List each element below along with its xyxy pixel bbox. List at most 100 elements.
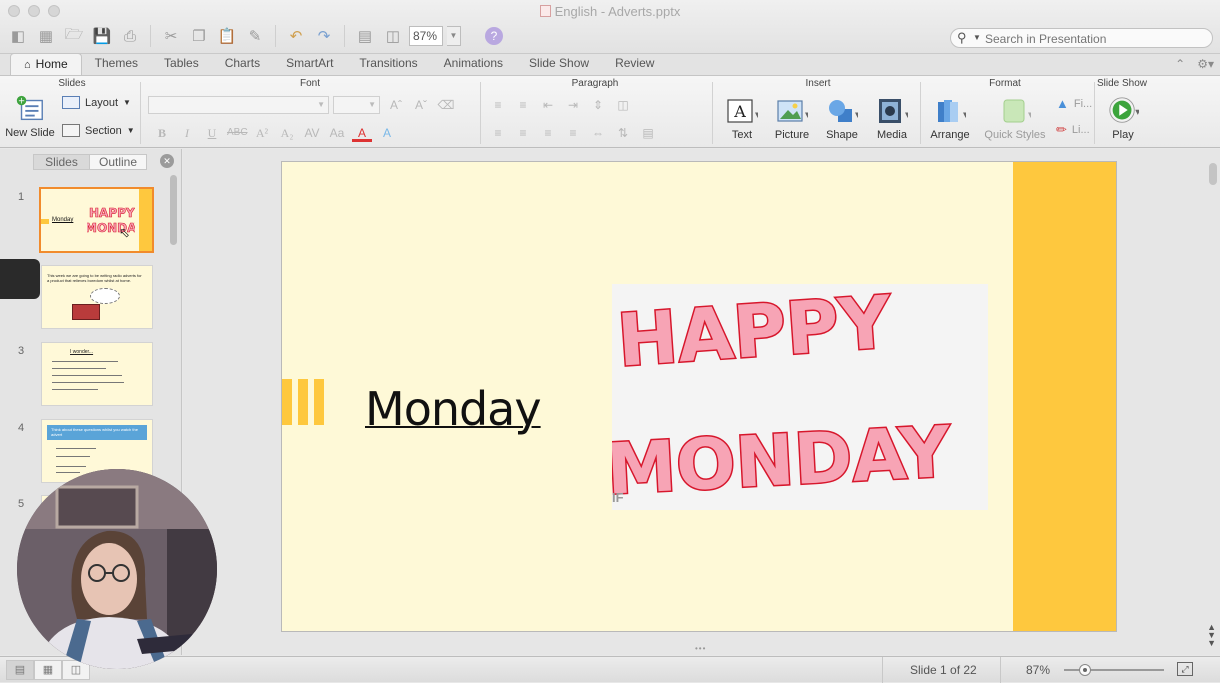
section-button[interactable]: Section ▼ xyxy=(62,124,135,137)
play-button[interactable]: ▼ Play xyxy=(1100,96,1146,141)
align-center-icon[interactable]: ≡ xyxy=(513,124,533,142)
fit-to-window-icon[interactable]: ⤢ xyxy=(1177,662,1193,676)
layout-button[interactable]: Layout ▼ xyxy=(62,96,131,109)
new-slide-button[interactable]: + New Slide xyxy=(4,94,56,139)
subscript-icon[interactable]: A₂ xyxy=(277,124,297,142)
shrink-font-icon[interactable]: Aˇ xyxy=(411,96,431,114)
picture-icon: ▼ xyxy=(776,96,808,126)
search-input[interactable] xyxy=(985,31,1205,46)
slide-view-icon[interactable]: ▤ xyxy=(353,24,377,48)
slide-thumbnail-3[interactable]: I wonder... xyxy=(41,342,153,406)
help-icon[interactable]: ? xyxy=(485,27,503,45)
editor-scrollbar[interactable] xyxy=(1209,163,1217,185)
notes-splitter[interactable]: ••• xyxy=(695,644,706,653)
normal-view-icon[interactable]: ▤ xyxy=(6,660,34,680)
tab-tables[interactable]: Tables xyxy=(151,53,212,75)
svg-text:▼: ▼ xyxy=(805,111,808,119)
columns-icon[interactable]: ◫ xyxy=(613,96,633,114)
quick-styles-button[interactable]: ▼ Quick Styles xyxy=(982,96,1048,141)
overlay-shape xyxy=(0,259,40,299)
arrange-button[interactable]: ▼ Arrange xyxy=(926,96,974,141)
italic-icon[interactable]: I xyxy=(177,124,197,142)
numbering-icon[interactable]: ≡ xyxy=(513,96,533,114)
collapse-ribbon-icon[interactable]: ⌃ xyxy=(1175,57,1185,71)
search-options-icon[interactable]: ▼ xyxy=(973,33,981,42)
insert-media-button[interactable]: ▼ Media xyxy=(870,96,914,141)
group-title-format: Format xyxy=(989,78,1021,89)
zoom-dropdown-icon[interactable]: ▼ xyxy=(447,26,461,46)
open-folder-icon[interactable]: 🗁 xyxy=(62,24,86,48)
bold-icon[interactable]: B xyxy=(152,124,172,142)
slide-thumbnail-1[interactable]: Monday HAPPY MONDAY ⬁ xyxy=(39,187,154,253)
slide-thumbnail-2[interactable]: This week we are going to be writing rad… xyxy=(41,265,153,329)
underline-icon[interactable]: U xyxy=(202,124,222,142)
media-icon: ▼ xyxy=(876,96,908,126)
justify-icon[interactable]: ≡ xyxy=(563,124,583,142)
shape-fill-button[interactable]: ▲ Fi... xyxy=(1056,96,1092,111)
grow-font-icon[interactable]: Aˆ xyxy=(386,96,406,114)
svg-text:▼: ▼ xyxy=(855,111,858,119)
page-nav-icon[interactable]: ▲ ▼ ▼ xyxy=(1207,623,1216,648)
paste-icon[interactable]: 📋 xyxy=(215,24,239,48)
bullets-icon[interactable]: ≡ xyxy=(488,96,508,114)
increase-indent-icon[interactable]: ⇥ xyxy=(563,96,583,114)
align-left-icon[interactable]: ≡ xyxy=(488,124,508,142)
search-box[interactable]: ⚲ ▼ xyxy=(950,28,1213,48)
new-document-icon[interactable]: ◧ xyxy=(6,24,30,48)
shape-icon: ▼ xyxy=(826,96,858,126)
slide-stripe xyxy=(314,379,324,425)
tab-slides[interactable]: Slides xyxy=(33,154,90,170)
tab-outline[interactable]: Outline xyxy=(90,154,147,170)
shape-line-button[interactable]: ✏ Li... xyxy=(1056,122,1090,138)
media-browser-icon[interactable]: ◫ xyxy=(381,24,405,48)
print-icon[interactable]: ⎙ xyxy=(118,24,142,48)
redo-icon[interactable]: ↷ xyxy=(312,24,336,48)
strikethrough-icon[interactable]: ABC xyxy=(227,124,248,142)
slide-title[interactable]: Monday xyxy=(365,382,542,436)
tab-home[interactable]: ⌂ Home xyxy=(10,53,82,75)
clear-format-icon[interactable]: ⌫ xyxy=(436,96,456,114)
font-size-field[interactable]: ▼ xyxy=(333,96,380,114)
font-name-field[interactable]: ▼ xyxy=(148,96,329,114)
current-slide[interactable]: Monday HAPPY MONDAY IF xyxy=(281,161,1117,632)
superscript-icon[interactable]: A² xyxy=(252,124,272,142)
tab-themes[interactable]: Themes xyxy=(82,53,151,75)
slide-stripe xyxy=(298,379,308,425)
change-case-icon[interactable]: Aa xyxy=(327,124,347,142)
insert-picture-button[interactable]: ▼ Picture xyxy=(770,96,814,141)
tab-transitions[interactable]: Transitions xyxy=(346,53,430,75)
line-spacing-icon[interactable]: ⇕ xyxy=(588,96,608,114)
tab-review[interactable]: Review xyxy=(602,53,667,75)
templates-icon[interactable]: ▦ xyxy=(34,24,58,48)
happy-monday-picture[interactable]: HAPPY MONDAY xyxy=(603,278,988,512)
ribbon-settings-icon[interactable]: ⚙▾ xyxy=(1197,57,1214,71)
undo-icon[interactable]: ↶ xyxy=(284,24,308,48)
distribute-icon[interactable]: ⇔ xyxy=(588,124,608,142)
format-painter-icon[interactable]: ✎ xyxy=(243,24,267,48)
slide-sorter-icon[interactable]: ▦ xyxy=(34,660,62,680)
align-text-icon[interactable]: ▤ xyxy=(638,124,658,142)
save-icon[interactable]: 💾 xyxy=(90,24,114,48)
panel-scrollbar[interactable] xyxy=(170,175,177,245)
tab-animations[interactable]: Animations xyxy=(431,53,516,75)
text-effects-icon[interactable]: A xyxy=(377,124,397,142)
font-color-icon[interactable]: A xyxy=(352,124,372,142)
decrease-indent-icon[interactable]: ⇤ xyxy=(538,96,558,114)
quick-access-toolbar: ◧ ▦ 🗁 💾 ⎙ ✂ ❐ 📋 ✎ ↶ ↷ ▤ ◫ 87% ▼ ? xyxy=(6,24,503,48)
zoom-slider-thumb[interactable] xyxy=(1079,664,1091,676)
zoom-field[interactable]: 87% xyxy=(409,26,443,46)
close-panel-icon[interactable]: ✕ xyxy=(160,154,174,168)
slide-accent-bar xyxy=(1013,162,1116,631)
tab-charts[interactable]: Charts xyxy=(212,53,273,75)
section-icon xyxy=(62,124,80,137)
cut-icon[interactable]: ✂ xyxy=(159,24,183,48)
insert-shape-button[interactable]: ▼ Shape xyxy=(820,96,864,141)
thumb-number: 1 xyxy=(18,191,25,203)
insert-text-button[interactable]: A ▼ Text xyxy=(720,96,764,141)
align-right-icon[interactable]: ≡ xyxy=(538,124,558,142)
copy-icon[interactable]: ❐ xyxy=(187,24,211,48)
character-spacing-icon[interactable]: AV xyxy=(302,124,322,142)
tab-slide-show[interactable]: Slide Show xyxy=(516,53,602,75)
text-direction-icon[interactable]: ⇅ xyxy=(613,124,633,142)
tab-smartart[interactable]: SmartArt xyxy=(273,53,346,75)
